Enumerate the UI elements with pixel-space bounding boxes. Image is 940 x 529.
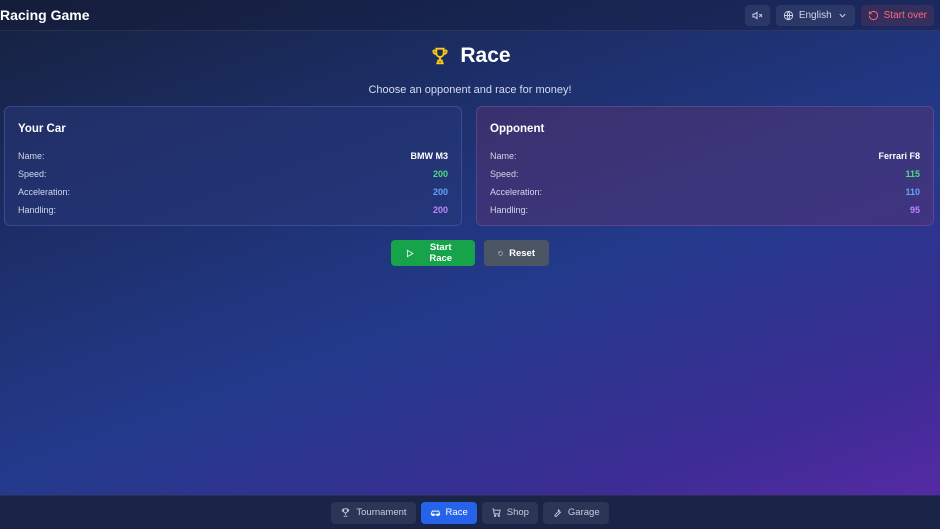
opponent-card[interactable]: Opponent Name: Ferrari F8 Speed: 115 Acc…	[476, 106, 934, 226]
acceleration-value: 110	[905, 187, 920, 197]
reset-icon	[498, 250, 503, 256]
refresh-icon	[868, 10, 878, 20]
language-label: English	[798, 9, 832, 21]
stat-label: Handling:	[490, 205, 529, 215]
race-subtitle: Choose an opponent and race for money!	[368, 84, 572, 96]
trophy-icon	[342, 508, 350, 517]
speed-value: 200	[432, 169, 448, 179]
car-icon	[430, 510, 440, 517]
stat-label: Handling:	[18, 205, 57, 215]
volume-mute-icon	[752, 10, 763, 20]
cart-icon	[492, 508, 501, 517]
stat-label: Name:	[18, 151, 45, 161]
nav-label: Shop	[506, 507, 529, 518]
start-race-button[interactable]: Start Race	[391, 240, 475, 266]
stat-row-name: Name: Ferrari F8	[490, 147, 920, 165]
stat-label: Name:	[490, 151, 517, 161]
app-title: Racing Game	[0, 7, 90, 23]
language-select[interactable]: English	[775, 4, 855, 26]
stat-row-name: Name: BMW M3	[18, 147, 448, 165]
stat-row-speed: Speed: 200	[18, 165, 448, 183]
handling-value: 200	[432, 205, 448, 215]
your-car-card: Your Car Name: BMW M3 Speed: 200 Acceler…	[4, 106, 462, 226]
stat-row-handling: Handling: 200	[18, 201, 448, 219]
top-actions: English Start over	[744, 4, 934, 26]
nav-label: Garage	[567, 507, 600, 518]
top-bar: Racing Game English Start over	[0, 0, 940, 31]
stat-label: Speed:	[490, 169, 519, 179]
nav-label: Race	[445, 507, 468, 518]
nav-tournament[interactable]: Tournament	[331, 501, 416, 524]
wrench-icon	[554, 509, 561, 517]
start-over-label: Start over	[883, 9, 927, 21]
your-car-heading: Your Car	[18, 123, 66, 135]
chevron-down-icon	[839, 13, 846, 18]
stat-row-handling: Handling: 95	[490, 201, 920, 219]
start-over-button[interactable]: Start over	[860, 4, 934, 26]
race-actions: Start Race Reset	[0, 240, 940, 266]
globe-icon	[783, 10, 793, 20]
speed-value: 115	[905, 169, 920, 179]
stat-label: Acceleration:	[490, 187, 543, 197]
nav-shop[interactable]: Shop	[481, 501, 538, 524]
nav-race[interactable]: Race	[420, 501, 477, 524]
car-name: Ferrari F8	[878, 151, 920, 161]
acceleration-value: 200	[432, 187, 448, 197]
play-icon	[406, 249, 414, 257]
handling-value: 95	[909, 205, 920, 215]
mute-button[interactable]	[744, 4, 770, 26]
nav-garage[interactable]: Garage	[542, 501, 609, 524]
race-title-text: Race	[460, 44, 511, 67]
stat-label: Acceleration:	[18, 187, 71, 197]
stat-label: Speed:	[18, 169, 47, 179]
car-name: BMW M3	[410, 151, 449, 161]
reset-label: Reset	[509, 247, 535, 259]
trophy-icon	[432, 47, 448, 65]
nav-label: Tournament	[356, 507, 407, 518]
reset-button[interactable]: Reset	[484, 240, 549, 266]
stat-row-acceleration: Acceleration: 200	[18, 183, 448, 201]
stat-row-acceleration: Acceleration: 110	[490, 183, 920, 201]
race-header: Race Choose an opponent and race for mon…	[0, 44, 940, 96]
page-title: Race	[429, 44, 511, 68]
stat-row-speed: Speed: 115	[490, 165, 920, 183]
start-race-label: Start Race	[429, 242, 453, 264]
opponent-heading: Opponent	[490, 123, 545, 135]
bottom-nav: Tournament Race Shop Garage	[0, 495, 940, 529]
